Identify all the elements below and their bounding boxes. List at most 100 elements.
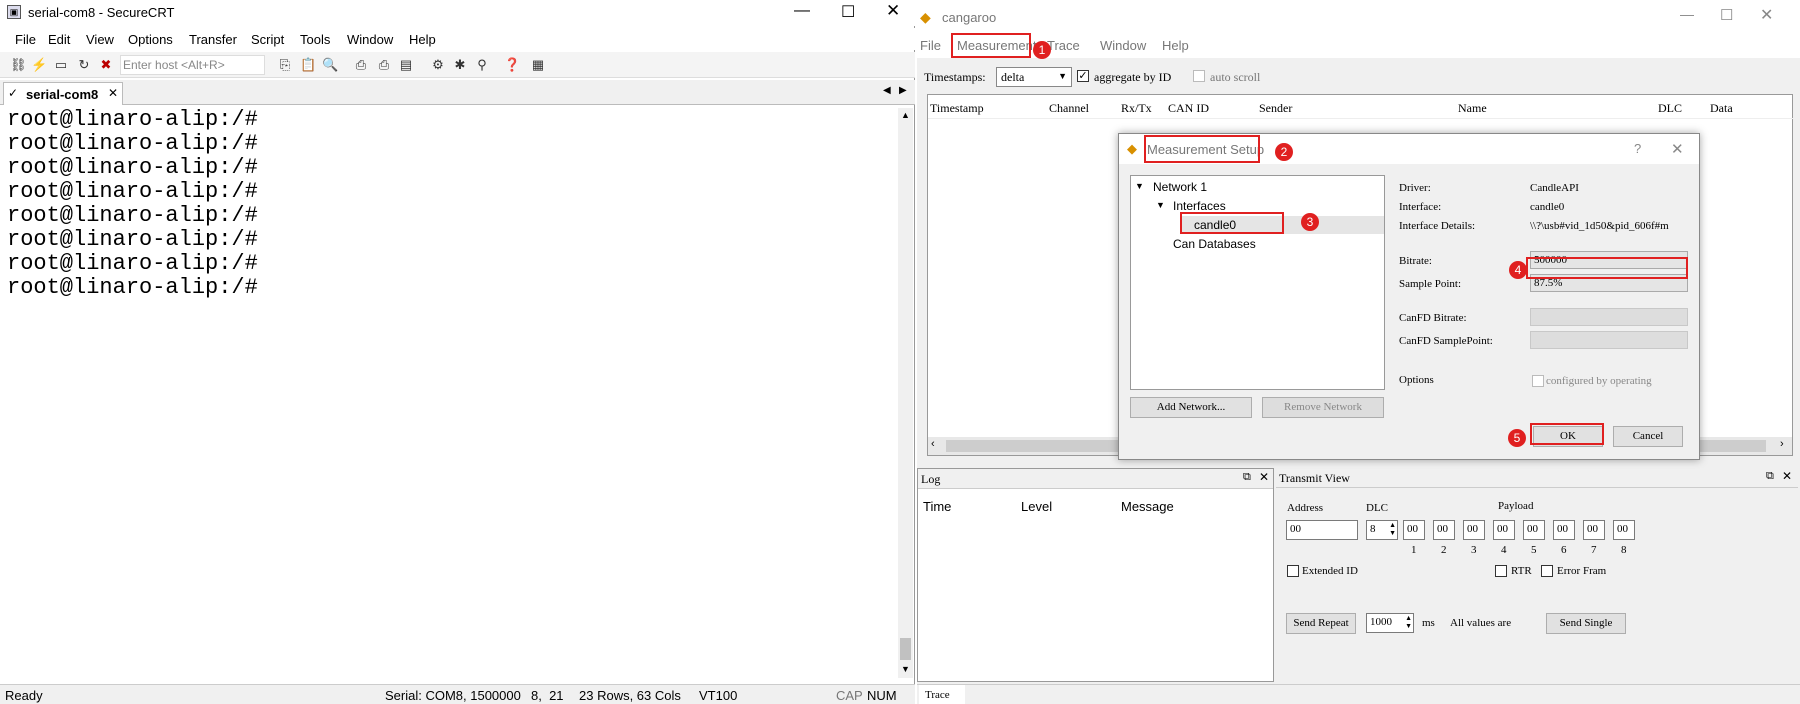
- dlc-spinbox[interactable]: 8 ▲ ▼: [1366, 520, 1398, 540]
- menu-edit[interactable]: Edit: [48, 32, 70, 47]
- log-icon[interactable]: ▤: [398, 57, 414, 73]
- print-icon[interactable]: ⎙: [353, 57, 369, 73]
- menu-help[interactable]: Help: [409, 32, 436, 47]
- log-close-icon[interactable]: ✕: [1259, 470, 1269, 484]
- payload-byte-8[interactable]: 00: [1613, 520, 1635, 540]
- repeat-interval-spinbox[interactable]: 1000 ▲ ▼: [1366, 613, 1414, 633]
- cangaroo-menu-window[interactable]: Window: [1100, 38, 1146, 53]
- log-float-icon[interactable]: ⧉: [1243, 471, 1251, 484]
- col-name[interactable]: Name: [1458, 101, 1487, 116]
- tree-expand-icon[interactable]: ▼: [1135, 181, 1144, 191]
- paste-icon[interactable]: 📋: [300, 57, 316, 73]
- log-col-level[interactable]: Level: [1021, 499, 1052, 514]
- add-network-button[interactable]: Add Network...: [1130, 397, 1252, 418]
- tree-network-1[interactable]: Network 1: [1153, 180, 1207, 194]
- scroll-down-icon[interactable]: ▼: [901, 664, 910, 674]
- col-timestamp[interactable]: Timestamp: [930, 101, 984, 116]
- copy-icon[interactable]: ⎘: [277, 57, 293, 73]
- payload-byte-2[interactable]: 00: [1433, 520, 1455, 540]
- maximize-icon[interactable]: ☐: [841, 2, 855, 22]
- connect-icon[interactable]: ⛓: [10, 57, 27, 73]
- send-repeat-button[interactable]: Send Repeat: [1286, 613, 1356, 634]
- tab-close-icon[interactable]: ✕: [108, 86, 118, 100]
- cangaroo-menu-help[interactable]: Help: [1162, 38, 1189, 53]
- tab-left-arrow-icon[interactable]: ◀: [883, 85, 891, 96]
- remove-network-button[interactable]: Remove Network: [1262, 397, 1384, 418]
- tab-trace[interactable]: Trace: [919, 685, 965, 704]
- tab-serial-com8[interactable]: ✓ serial-com8 ✕: [3, 82, 123, 105]
- tree-expand-icon[interactable]: ▼: [1156, 200, 1165, 210]
- col-dlc[interactable]: DLC: [1658, 101, 1682, 116]
- network-tree[interactable]: ▼ Network 1 ▼ Interfaces candle0 Can Dat…: [1130, 175, 1385, 390]
- minimize-icon[interactable]: —: [794, 2, 810, 20]
- configured-checkbox[interactable]: [1532, 375, 1544, 387]
- payload-byte-6[interactable]: 00: [1553, 520, 1575, 540]
- scroll-thumb[interactable]: [900, 638, 911, 660]
- terminal[interactable]: root@linaro-alip:/# root@linaro-alip:/# …: [3, 108, 898, 678]
- menu-transfer[interactable]: Transfer: [189, 32, 237, 47]
- tree-interfaces[interactable]: Interfaces: [1173, 199, 1226, 213]
- payload-byte-1[interactable]: 00: [1403, 520, 1425, 540]
- cangaroo-menu-file[interactable]: File: [920, 38, 941, 53]
- payload-byte-3[interactable]: 00: [1463, 520, 1485, 540]
- log-col-message[interactable]: Message: [1121, 499, 1174, 514]
- cangaroo-maximize-icon[interactable]: ☐: [1720, 6, 1733, 24]
- cangaroo-close-icon[interactable]: ✕: [1760, 5, 1773, 25]
- keymap-icon[interactable]: ✱: [452, 57, 468, 73]
- menu-file[interactable]: File: [15, 32, 36, 47]
- col-data[interactable]: Data: [1710, 101, 1733, 116]
- menu-window[interactable]: Window: [347, 32, 393, 47]
- find-icon[interactable]: 🔍: [322, 57, 338, 73]
- send-single-button[interactable]: Send Single: [1546, 613, 1626, 634]
- dropdown-arrow-icon: ▼: [1058, 71, 1067, 81]
- extended-id-checkbox[interactable]: [1287, 565, 1299, 577]
- quick-connect-icon[interactable]: ⚡: [31, 57, 47, 73]
- host-input[interactable]: Enter host <Alt+R>: [120, 55, 265, 75]
- col-sender[interactable]: Sender: [1259, 101, 1292, 116]
- address-input[interactable]: 00: [1286, 520, 1358, 540]
- options-icon[interactable]: ▦: [530, 57, 546, 73]
- transmit-float-icon[interactable]: ⧉: [1766, 470, 1774, 483]
- payload-byte-4[interactable]: 00: [1493, 520, 1515, 540]
- disconnect-icon[interactable]: ✖: [98, 57, 114, 73]
- payload-byte-7[interactable]: 00: [1583, 520, 1605, 540]
- close-icon[interactable]: ✕: [886, 1, 900, 21]
- reconnect-icon[interactable]: ↻: [76, 57, 92, 73]
- menu-tools[interactable]: Tools: [300, 32, 330, 47]
- autoscroll-checkbox[interactable]: [1193, 70, 1205, 82]
- log-col-time[interactable]: Time: [923, 499, 951, 514]
- col-channel[interactable]: Channel: [1049, 101, 1089, 116]
- spin-icon[interactable]: ▲ ▼: [1405, 614, 1412, 630]
- dialog-close-icon[interactable]: ✕: [1671, 140, 1684, 158]
- hscroll-right-icon[interactable]: ›: [1780, 438, 1784, 450]
- hscroll-left-icon[interactable]: ‹: [931, 438, 935, 450]
- menu-script[interactable]: Script: [251, 32, 284, 47]
- cancel-button[interactable]: Cancel: [1613, 426, 1683, 447]
- window-title: serial-com8 - SecureCRT: [28, 5, 175, 20]
- col-canid[interactable]: CAN ID: [1168, 101, 1209, 116]
- transmit-close-icon[interactable]: ✕: [1782, 469, 1792, 483]
- error-frame-checkbox[interactable]: [1541, 565, 1553, 577]
- rtr-checkbox[interactable]: [1495, 565, 1507, 577]
- aggregate-checkbox[interactable]: ✓: [1077, 70, 1089, 82]
- spin-icon[interactable]: ▲ ▼: [1389, 521, 1396, 537]
- connect-tab-icon[interactable]: ▭: [53, 57, 69, 73]
- col-rxtx[interactable]: Rx/Tx: [1121, 101, 1152, 116]
- cangaroo-menu-trace[interactable]: Trace: [1047, 38, 1080, 53]
- canfd-bitrate-select[interactable]: [1530, 308, 1688, 326]
- menu-options[interactable]: Options: [128, 32, 173, 47]
- cangaroo-minimize-icon[interactable]: —: [1680, 6, 1694, 22]
- scroll-up-icon[interactable]: ▲: [901, 110, 910, 120]
- menu-view[interactable]: View: [86, 32, 114, 47]
- terminal-scrollbar[interactable]: ▲ ▼: [898, 108, 913, 678]
- canfd-sample-select[interactable]: [1530, 331, 1688, 349]
- tree-can-databases[interactable]: Can Databases: [1173, 237, 1256, 251]
- dialog-help-icon[interactable]: ?: [1634, 141, 1641, 156]
- settings-icon[interactable]: ⚙: [430, 57, 446, 73]
- print-setup-icon[interactable]: ⎙: [376, 57, 392, 73]
- payload-byte-5[interactable]: 00: [1523, 520, 1545, 540]
- tab-right-arrow-icon[interactable]: ▶: [899, 85, 907, 96]
- sftp-icon[interactable]: ⚲: [474, 57, 490, 73]
- help-icon[interactable]: ❓: [504, 57, 520, 73]
- timestamps-select[interactable]: delta ▼: [996, 67, 1072, 87]
